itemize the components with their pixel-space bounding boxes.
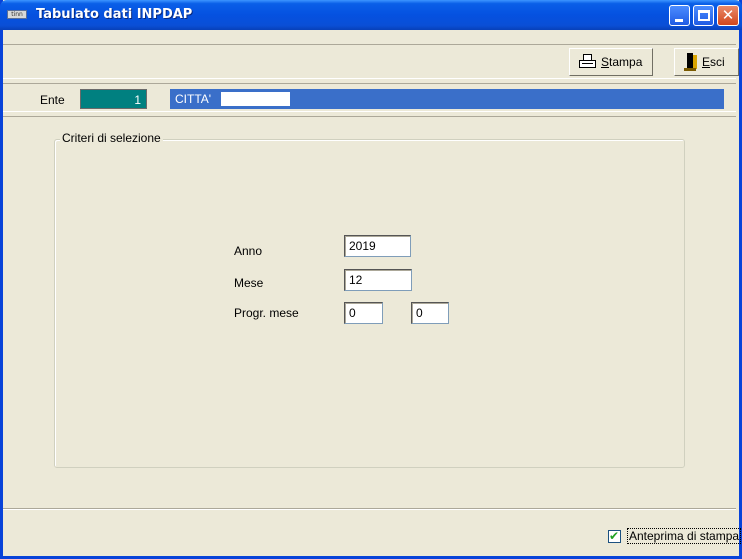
esci-button[interactable]: Esci — [674, 48, 739, 76]
title-bar[interactable]: tinn Tabulato dati INPDAP ✕ — [0, 0, 742, 30]
window-title: Tabulato dati INPDAP — [36, 7, 193, 22]
ente-label: Ente — [40, 93, 65, 107]
mese-input[interactable]: 12 — [344, 269, 412, 291]
esci-label: Esci — [702, 55, 725, 69]
minimize-button[interactable] — [669, 5, 690, 26]
ente-bar: Ente 1 CITTA' — [3, 83, 736, 112]
toolbar: Stampa Esci — [3, 44, 739, 79]
app-icon: tinn — [7, 10, 27, 19]
anteprima-checkbox[interactable]: ✔ Anteprima di stampa — [608, 528, 742, 544]
progr-mese-to-input[interactable]: 0 — [411, 302, 449, 324]
close-button[interactable]: ✕ — [717, 5, 739, 26]
criteria-group-title: Criteri di selezione — [60, 131, 163, 145]
anno-label: Anno — [234, 244, 263, 258]
ente-name-redaction — [221, 92, 290, 106]
checkmark-icon: ✔ — [609, 528, 620, 543]
progr-mese-label: Progr. mese — [234, 306, 299, 320]
anteprima-label[interactable]: Anteprima di stampa — [627, 528, 742, 544]
ente-name-field: CITTA' — [170, 89, 724, 109]
stampa-button[interactable]: Stampa — [569, 48, 653, 76]
printer-icon — [579, 54, 597, 70]
close-icon: ✕ — [721, 6, 735, 24]
progr-mese-from-input[interactable]: 0 — [344, 302, 383, 324]
anteprima-checkbox-box[interactable]: ✔ — [608, 528, 621, 543]
maximize-icon — [698, 10, 710, 21]
ente-name: CITTA' — [175, 92, 212, 106]
exit-door-icon — [684, 53, 698, 71]
ente-code-field[interactable]: 1 — [80, 89, 147, 109]
minimize-icon — [675, 19, 683, 22]
mese-label: Mese — [234, 276, 264, 290]
anno-input[interactable]: 2019 — [344, 235, 411, 257]
stampa-label: Stampa — [601, 55, 643, 69]
maximize-button[interactable] — [693, 5, 714, 26]
